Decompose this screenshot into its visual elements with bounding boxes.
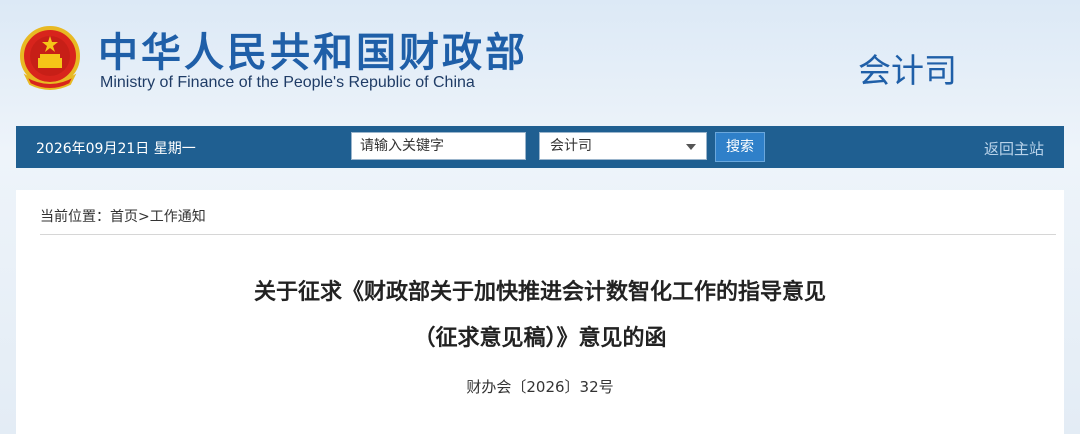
site-header: 中华人民共和国财政部 Ministry of Finance of the Pe… (0, 0, 1080, 125)
return-home-link[interactable]: 返回主站 (984, 138, 1044, 159)
chevron-down-icon (686, 144, 696, 150)
search-button[interactable]: 搜索 (715, 132, 765, 162)
article-title-line-1: 关于征求《财政部关于加快推进会计数智化工作的指导意见 (253, 280, 826, 305)
article-panel: 当前位置：首页>工作通知 关于征求《财政部关于加快推进会计数智化工作的指导意见 … (16, 190, 1064, 434)
site-title[interactable]: 中华人民共和国财政部 (98, 20, 528, 78)
search-input[interactable]: 请输入关键字 (351, 132, 526, 160)
breadcrumb[interactable]: 当前位置：首页>工作通知 (40, 206, 206, 226)
search-scope-select[interactable]: 会计司 (539, 132, 707, 160)
national-emblem-icon (20, 26, 80, 90)
article-title: 关于征求《财政部关于加快推进会计数智化工作的指导意见 （征求意见稿）》意见的函 (16, 270, 1064, 362)
department-name: 会计司 (858, 51, 957, 90)
current-date: 2026年09月21日 星期一 (36, 141, 196, 157)
nav-bar: 2026年09月21日 星期一 请输入关键字 会计司 搜索 返回主站 (16, 126, 1064, 168)
site-title-english: Ministry of Finance of the People's Repu… (100, 74, 475, 91)
article-title-line-2: （征求意见稿）》意见的函 (413, 326, 667, 351)
document-number: 财办会〔2026〕32号 (466, 378, 614, 396)
scope-selected-value: 会计司 (550, 138, 592, 154)
breadcrumb-divider (40, 234, 1056, 235)
